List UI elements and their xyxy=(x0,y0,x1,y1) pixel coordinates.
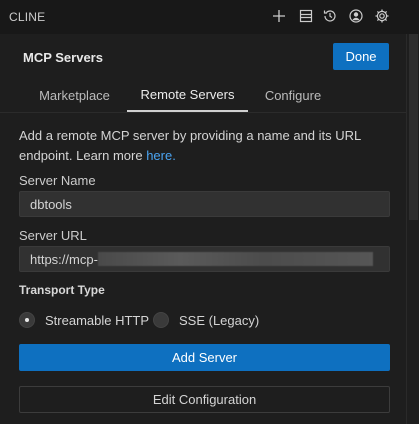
server-name-value: dbtools xyxy=(30,196,72,212)
gear-icon[interactable] xyxy=(373,7,391,25)
redacted-url-segment xyxy=(97,252,373,266)
description-text: Add a remote MCP server by providing a n… xyxy=(19,126,394,166)
sse-legacy-label[interactable]: SSE (Legacy) xyxy=(179,313,259,328)
history-list-icon[interactable] xyxy=(297,7,315,25)
history-icon[interactable] xyxy=(321,7,339,25)
tab-remote-servers[interactable]: Remote Servers xyxy=(127,78,248,112)
server-name-label: Server Name xyxy=(19,173,96,188)
tab-bar: Marketplace Remote Servers Configure xyxy=(0,78,406,112)
tab-marketplace[interactable]: Marketplace xyxy=(27,78,122,112)
scrollbar[interactable] xyxy=(406,34,419,424)
page-title: MCP Servers xyxy=(23,50,103,65)
edit-configuration-button[interactable]: Edit Configuration xyxy=(19,386,390,413)
tab-configure[interactable]: Configure xyxy=(254,78,332,112)
transport-type-label: Transport Type xyxy=(19,283,105,297)
add-server-button[interactable]: Add Server xyxy=(19,344,390,371)
done-button[interactable]: Done xyxy=(333,43,389,70)
server-url-input[interactable]: https://mcp- xyxy=(19,246,390,272)
title-bar: CLINE xyxy=(0,0,419,34)
scrollbar-thumb[interactable] xyxy=(409,34,418,220)
app-title: CLINE xyxy=(9,10,46,24)
account-icon[interactable] xyxy=(347,7,365,25)
radio-sse-legacy[interactable] xyxy=(153,312,169,328)
streamable-http-label[interactable]: Streamable HTTP xyxy=(45,313,149,328)
server-name-input[interactable]: dbtools xyxy=(19,191,390,217)
description-body: Add a remote MCP server by providing a n… xyxy=(19,128,361,163)
plus-icon[interactable] xyxy=(270,7,288,25)
radio-streamable-http[interactable] xyxy=(19,312,35,328)
learn-more-link[interactable]: here. xyxy=(146,148,176,163)
server-url-label: Server URL xyxy=(19,228,87,243)
server-url-value: https://mcp- xyxy=(30,251,98,267)
